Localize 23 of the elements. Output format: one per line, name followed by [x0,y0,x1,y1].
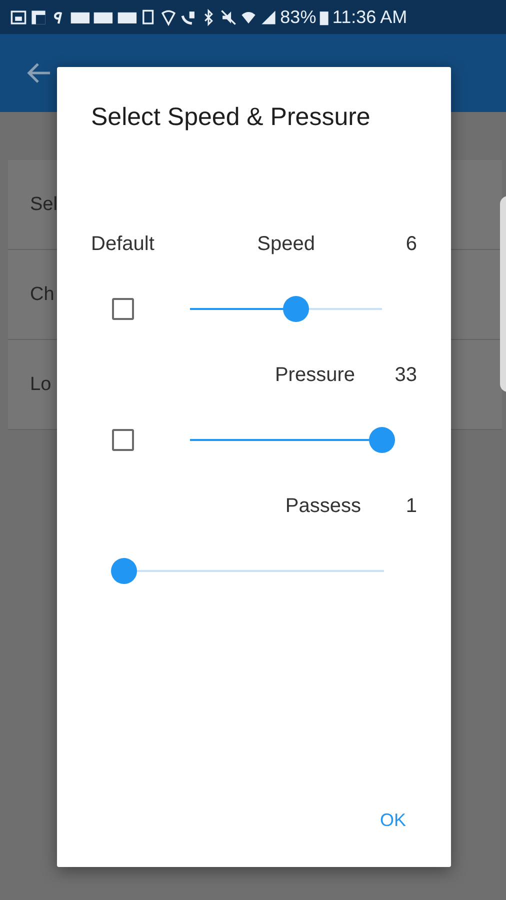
phone-icon [180,8,198,26]
signal-icon [260,8,278,26]
slider-value: 33 [394,364,417,386]
dialog-title: Select Speed & Pressure [91,103,372,132]
slider-value: 6 [404,232,417,256]
column-label: Default [91,232,154,256]
default-checkbox[interactable] [112,298,134,320]
slider-value: 1 [404,494,417,518]
image-icon [10,8,27,26]
ok-button[interactable]: OK [378,804,408,837]
mute-icon [220,8,238,26]
slider-label: Passess [285,494,361,518]
battery-icon [319,8,330,26]
app-icon [30,8,47,26]
default-checkbox[interactable] [112,429,134,451]
back-arrow-icon[interactable] [26,61,52,85]
slider-thumb[interactable] [282,296,309,322]
slider-label: Speed [257,232,315,256]
slider-thumb[interactable] [111,558,137,584]
slider-thumb[interactable] [369,427,395,453]
battery-percent: 83% [280,6,316,28]
slider-label: Pressure [274,364,355,386]
clock-time: 11:36 AM [332,6,408,28]
